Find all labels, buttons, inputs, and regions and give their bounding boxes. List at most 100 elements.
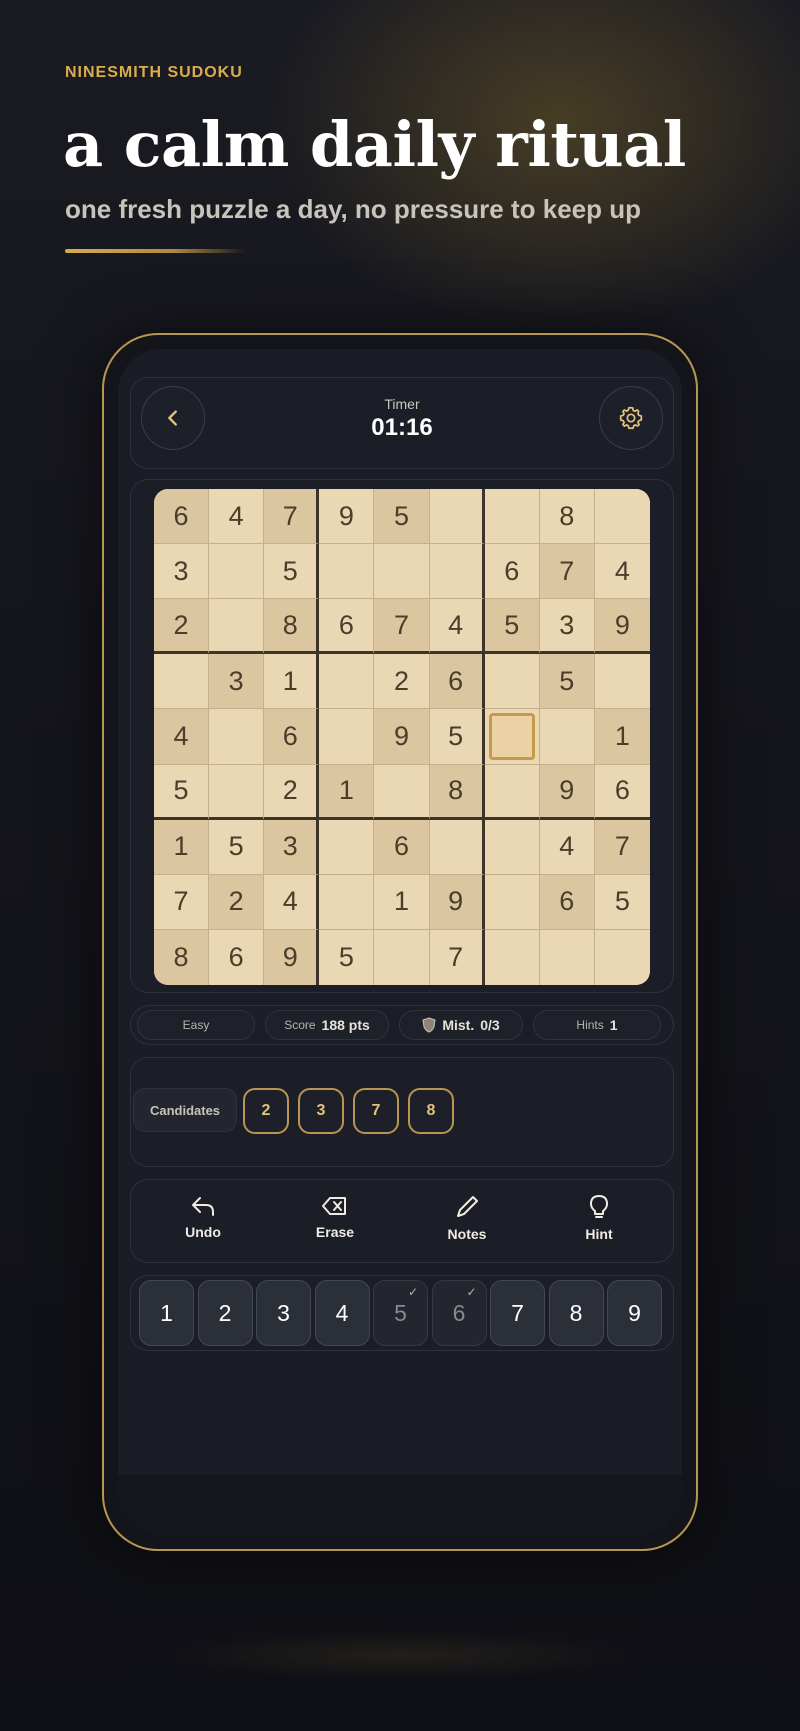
sudoku-cell[interactable]: 6 [594,764,650,820]
undo-button[interactable]: Undo [153,1194,253,1254]
sudoku-cell[interactable]: 3 [539,599,595,655]
sudoku-cell[interactable]: 6 [374,819,430,875]
sudoku-cell[interactable]: 3 [209,654,265,710]
sudoku-cell[interactable]: 4 [539,819,595,875]
sudoku-cell[interactable] [484,764,540,820]
hint-button[interactable]: Hint [549,1194,649,1254]
keypad-key-6[interactable]: 6 ✓ [431,1280,487,1346]
sudoku-cell[interactable]: 7 [264,489,320,545]
sudoku-cell[interactable]: 8 [539,489,595,545]
sudoku-cell[interactable] [209,764,265,820]
keypad-key-2[interactable]: 2 [197,1280,253,1346]
sudoku-cell[interactable]: 4 [154,709,210,765]
sudoku-cell[interactable]: 1 [594,709,650,765]
sudoku-cell[interactable] [539,929,595,985]
sudoku-cell[interactable]: 6 [484,544,540,600]
sudoku-cell[interactable] [484,874,540,930]
sudoku-cell[interactable]: 6 [319,599,375,655]
sudoku-cell[interactable]: 6 [264,709,320,765]
sudoku-cell[interactable]: 4 [594,544,650,600]
checkmark-icon: ✓ [466,1285,477,1299]
sudoku-cell[interactable] [484,489,540,545]
sudoku-cell[interactable]: 4 [209,489,265,545]
sudoku-cell[interactable] [209,709,265,765]
sudoku-cell[interactable] [594,489,650,545]
sudoku-cell[interactable] [484,819,540,875]
sudoku-cell[interactable]: 7 [154,874,210,930]
sudoku-cell[interactable] [484,929,540,985]
sudoku-cell[interactable] [484,654,540,710]
sudoku-cell[interactable] [319,819,375,875]
sudoku-cell[interactable]: 9 [264,929,320,985]
sudoku-cell[interactable]: 3 [154,544,210,600]
sudoku-cell[interactable]: 2 [374,654,430,710]
sudoku-cell[interactable]: 1 [264,654,320,710]
sudoku-cell[interactable] [429,489,485,545]
candidate-chip[interactable]: 7 [353,1088,399,1134]
sudoku-cell[interactable]: 7 [539,544,595,600]
sudoku-cell[interactable]: 1 [154,819,210,875]
sudoku-cell[interactable]: 6 [539,874,595,930]
candidate-chip[interactable]: 3 [298,1088,344,1134]
sudoku-cell[interactable] [319,654,375,710]
sudoku-cell[interactable] [209,599,265,655]
keypad-key-9[interactable]: 9 [607,1280,662,1346]
keypad-key-5[interactable]: 5 ✓ [373,1280,428,1346]
sudoku-cell[interactable]: 6 [429,654,485,710]
sudoku-cell[interactable]: 9 [429,874,485,930]
sudoku-cell[interactable] [374,544,430,600]
sudoku-cell[interactable]: 4 [264,874,320,930]
sudoku-cell[interactable] [319,874,375,930]
sudoku-cell[interactable]: 4 [429,599,485,655]
sudoku-cell[interactable] [594,654,650,710]
sudoku-cell[interactable]: 5 [209,819,265,875]
sudoku-cell[interactable]: 7 [429,929,485,985]
sudoku-cell[interactable]: 8 [154,929,210,985]
sudoku-cell[interactable]: 9 [594,599,650,655]
candidate-chip[interactable]: 2 [243,1088,289,1134]
keypad-key-1[interactable]: 1 [139,1280,194,1346]
sudoku-cell[interactable]: 5 [374,489,430,545]
sudoku-cell[interactable]: 5 [429,709,485,765]
sudoku-cell[interactable]: 3 [264,819,320,875]
sudoku-cell[interactable]: 1 [374,874,430,930]
sudoku-cell[interactable] [209,544,265,600]
sudoku-cell[interactable]: 9 [374,709,430,765]
sudoku-cell[interactable]: 9 [319,489,375,545]
sudoku-cell[interactable]: 5 [594,874,650,930]
sudoku-cell[interactable]: 2 [209,874,265,930]
sudoku-cell[interactable] [154,654,210,710]
sudoku-cell[interactable] [319,544,375,600]
keypad-key-4[interactable]: 4 [314,1280,370,1346]
sudoku-cell[interactable]: 7 [374,599,430,655]
sudoku-cell[interactable] [594,929,650,985]
sudoku-cell[interactable]: 5 [319,929,375,985]
sudoku-cell[interactable]: 6 [154,489,210,545]
sudoku-cell[interactable]: 2 [264,764,320,820]
sudoku-cell[interactable]: 1 [319,764,375,820]
sudoku-cell[interactable]: 5 [484,599,540,655]
keypad-key-3[interactable]: 3 [256,1280,311,1346]
sudoku-cell[interactable] [374,764,430,820]
sudoku-cell[interactable]: 5 [154,764,210,820]
keypad-key-8[interactable]: 8 [548,1280,604,1346]
sudoku-cell[interactable] [429,819,485,875]
sudoku-cell[interactable]: 5 [264,544,320,600]
settings-button[interactable] [599,386,663,450]
notes-button[interactable]: Notes [417,1194,517,1254]
sudoku-cell[interactable] [319,709,375,765]
sudoku-cell[interactable]: 2 [154,599,210,655]
sudoku-cell[interactable]: 8 [429,764,485,820]
sudoku-cell[interactable]: 8 [264,599,320,655]
sudoku-cell[interactable] [429,544,485,600]
sudoku-cell[interactable]: 6 [209,929,265,985]
sudoku-cell[interactable]: 7 [594,819,650,875]
sudoku-cell[interactable]: 9 [539,764,595,820]
sudoku-cell-selected[interactable] [484,709,540,765]
keypad-key-7[interactable]: 7 [490,1280,545,1346]
sudoku-cell[interactable] [374,929,430,985]
candidate-chip[interactable]: 8 [408,1088,454,1134]
sudoku-cell[interactable] [539,709,595,765]
sudoku-cell[interactable]: 5 [539,654,595,710]
erase-button[interactable]: Erase [285,1194,385,1254]
